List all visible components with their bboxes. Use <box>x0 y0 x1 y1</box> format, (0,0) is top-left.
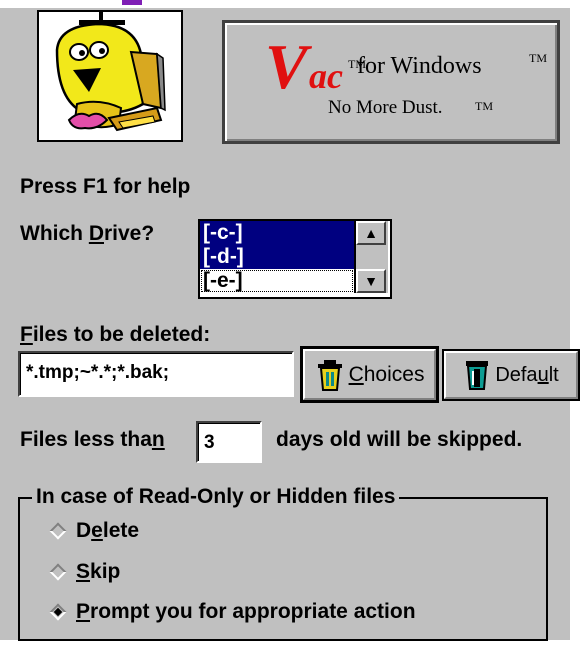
files-less-than-label: Files less than <box>20 428 165 452</box>
which-drive-label-hotkey: D <box>88 222 104 245</box>
trash-can-icon <box>317 359 342 391</box>
right-white-margin <box>570 0 586 645</box>
logo-v-letter: V <box>265 31 308 102</box>
files-less-than-prefix: Files less tha <box>20 428 152 451</box>
drive-listbox-scrollbar[interactable]: ▲ ▼ <box>354 221 388 293</box>
option-skip-label: Skip <box>76 560 121 583</box>
logo-slogan-tm: TM <box>475 99 493 113</box>
top-decoration <box>122 0 142 5</box>
which-drive-label-prefix: Which <box>20 222 89 245</box>
top-white-strip <box>0 0 586 8</box>
option-skip[interactable]: Skip <box>49 560 121 584</box>
choices-button-hotkey: C <box>348 362 364 386</box>
vac-window-panel: V ac TM for Windows TM No More Dust. TM … <box>0 0 586 645</box>
default-button-suffix: lt <box>548 363 559 386</box>
choices-button[interactable]: Choices <box>300 346 439 403</box>
option-delete[interactable]: Delete <box>49 519 140 543</box>
radio-button-icon[interactable] <box>49 563 67 581</box>
default-button-prefix: Defa <box>495 363 538 386</box>
option-prompt[interactable]: Prompt you for appropriate action <box>49 600 416 624</box>
files-pattern-input[interactable]: *.tmp;~*.*;*.bak; <box>18 351 294 397</box>
choices-button-label: hoices <box>363 362 425 386</box>
default-button-hotkey: u <box>537 363 549 386</box>
wastebasket-icon <box>466 361 489 390</box>
vac-logo-banner: V ac TM for Windows TM No More Dust. TM <box>222 20 560 144</box>
vacuum-mascot-icon <box>55 12 166 132</box>
mascot-image <box>37 10 183 142</box>
days-input[interactable]: 3 <box>196 421 262 463</box>
days-old-label: days old will be skipped. <box>276 428 523 451</box>
arrow-down-icon: ▼ <box>364 273 378 289</box>
option-delete-label: Delete <box>76 519 140 542</box>
drive-listbox[interactable]: [-c-] [-d-] [-e-] ▲ ▼ <box>198 219 392 299</box>
logo-slogan: No More Dust. <box>328 97 443 118</box>
option-prompt-label: Prompt you for appropriate action <box>76 600 416 623</box>
radio-button-selected-icon[interactable] <box>49 603 67 621</box>
logo-ac-letters: ac <box>309 56 343 96</box>
logo-for-windows: for Windows <box>357 53 482 79</box>
readonly-hidden-group: In case of Read-Only or Hidden files Del… <box>18 485 548 641</box>
scroll-down-button[interactable]: ▼ <box>356 269 386 293</box>
arrow-up-icon: ▲ <box>364 225 378 241</box>
default-button[interactable]: Default <box>442 349 580 401</box>
radio-button-icon[interactable] <box>49 522 67 540</box>
logo-windows-tm: TM <box>529 51 547 65</box>
drive-option-d[interactable]: [-d-] <box>200 245 354 269</box>
files-label-hotkey: F <box>20 323 33 346</box>
scroll-up-button[interactable]: ▲ <box>356 221 386 245</box>
which-drive-label: Which Drive? <box>20 222 154 246</box>
readonly-hidden-group-title: In case of Read-Only or Hidden files <box>32 485 400 509</box>
help-text: Press F1 for help <box>20 175 191 198</box>
files-to-delete-label: Files to be deleted: <box>20 323 210 347</box>
files-label-rest: iles to be deleted: <box>32 323 211 346</box>
drive-option-c[interactable]: [-c-] <box>200 221 354 245</box>
which-drive-label-suffix: rive? <box>104 222 155 245</box>
drive-option-e[interactable]: [-e-] <box>200 269 354 293</box>
files-less-than-hotkey: n <box>151 428 165 451</box>
